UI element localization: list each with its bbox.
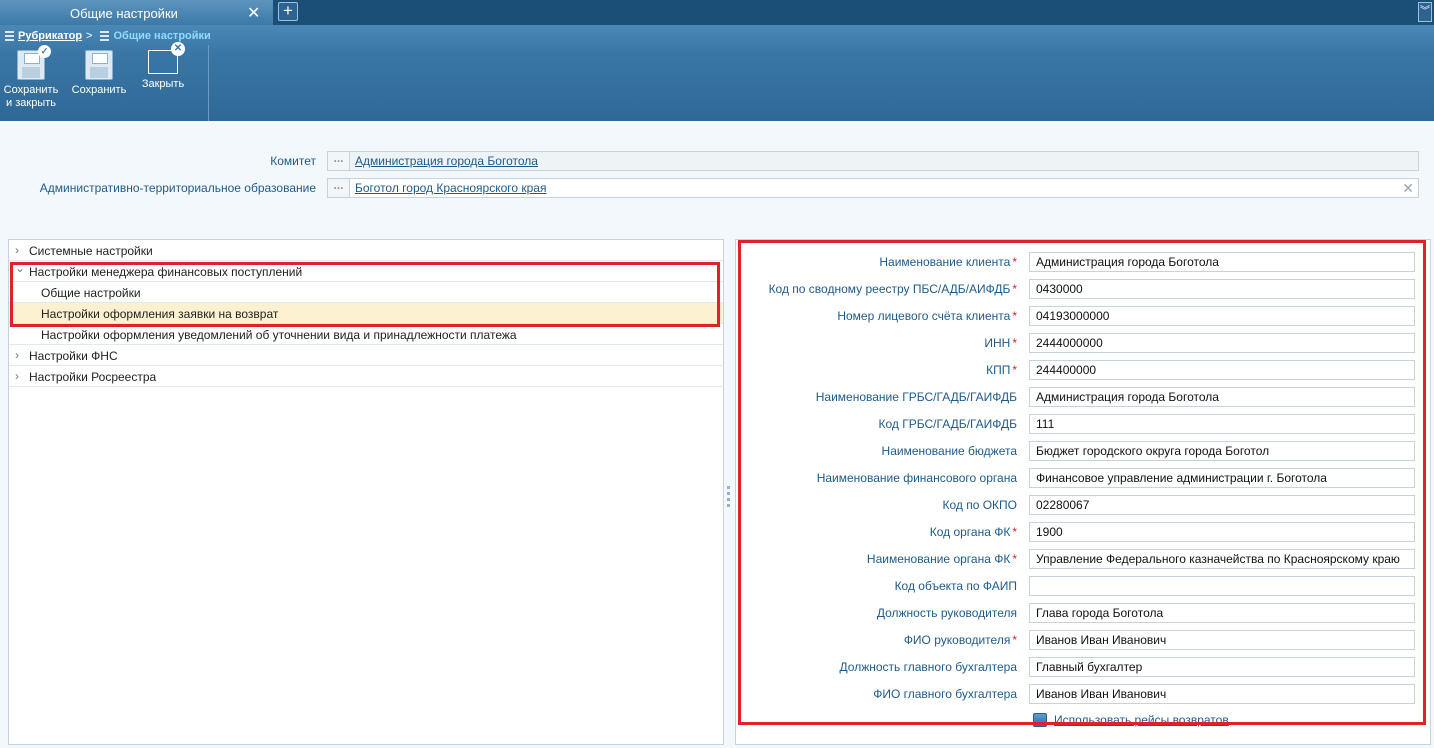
field-label-text: КПП [986,363,1011,377]
field-label-text: Наименование клиента [879,255,1011,269]
field-label: Наименование бюджета [8,444,1017,458]
ato-select-button[interactable]: ... [328,179,350,197]
field-label: КПП * [8,363,1017,377]
field-label: Наименование ГРБС/ГАДБ/ГАИФДБ [8,390,1017,404]
field-label-text: Код объекта по ФАИП [894,579,1017,593]
add-tab-button[interactable]: + [278,2,298,21]
save-and-close-icon: ✓ [17,45,51,80]
tab-title: Общие настройки [70,6,178,21]
check-icon: ✓ [38,45,51,58]
field-input[interactable] [1029,387,1415,407]
save-and-close-button[interactable]: ✓ Сохранить и закрыть [2,45,60,110]
field-input[interactable] [1029,495,1415,515]
required-mark: * [1012,336,1017,350]
field-input[interactable] [1029,441,1415,461]
save-and-close-label: Сохранить и закрыть [3,84,59,109]
close-button[interactable]: ✕ Закрыть [138,42,188,91]
use-refund-flights-checkbox[interactable] [1033,713,1047,727]
field-input[interactable] [1029,657,1415,677]
breadcrumb-current: Общие настройки [113,30,211,42]
field-input[interactable] [1029,414,1415,434]
field-label: ФИО главного бухгалтера [8,687,1017,701]
field-label-text: Номер лицевого счёта клиента [837,309,1011,323]
field-label-text: ИНН [984,336,1011,350]
use-refund-flights-checkbox-row[interactable]: Использовать рейсы возвратов [1033,713,1229,727]
field-label-text: Код органа ФК [929,525,1011,539]
save-icon [85,50,113,80]
field-input[interactable] [1029,333,1415,353]
tab-general-settings[interactable]: Общие настройки ✕ [0,0,273,25]
list-icon [5,31,14,41]
tab-bar: Общие настройки ✕ + ︾ [0,0,1434,25]
field-label: Должность руководителя [8,606,1017,620]
required-mark: * [1012,255,1017,269]
toolbar-divider [208,45,209,121]
field-label: Код органа ФК * [8,525,1017,539]
close-label: Закрыть [141,78,185,90]
field-label-text: Наименование финансового органа [816,471,1017,485]
committee-value-link[interactable]: Администрация города Боготола [355,154,538,168]
field-input[interactable] [1029,603,1415,623]
field-input[interactable] [1029,279,1415,299]
field-input[interactable] [1029,360,1415,380]
field-label-text: Код по сводному реестру ПБС/АДБ/АИФДБ [768,282,1011,296]
field-label: Наименование финансового органа [8,471,1017,485]
list-icon [100,31,110,41]
required-mark: * [1012,363,1017,377]
field-label: Наименование органа ФК * [8,552,1017,566]
use-refund-flights-label[interactable]: Использовать рейсы возвратов [1054,713,1229,727]
field-label-text: Код по ОКПО [942,498,1017,512]
field-label-text: Код ГРБС/ГАДБ/ГАИФДБ [878,417,1017,431]
breadcrumb-root-link[interactable]: Рубрикатор [18,30,82,42]
field-label-text: ФИО руководителя [903,633,1011,647]
field-input[interactable] [1029,684,1415,704]
chevron-right-icon[interactable]: › [15,348,19,362]
field-label-text: Наименование органа ФК [866,552,1011,566]
committee-select-button: ... [328,152,350,170]
field-input[interactable] [1029,252,1415,272]
field-label: Код по сводному реестру ПБС/АДБ/АИФДБ * [8,282,1017,296]
field-label-text: Наименование бюджета [881,444,1017,458]
close-window-icon: ✕ [148,42,185,74]
breadcrumb-separator: > [86,30,93,42]
field-label: Номер лицевого счёта клиента * [8,309,1017,323]
required-mark: * [1012,309,1017,323]
field-input[interactable] [1029,630,1415,650]
ato-field[interactable]: ... Боготол город Красноярского края ✕ [327,178,1419,198]
clear-icon[interactable]: ✕ [1402,180,1414,197]
ato-label: Административно-территориальное образова… [39,181,316,195]
field-label: ФИО руководителя * [8,633,1017,647]
committee-field: ... Администрация города Боготола [327,151,1419,171]
field-input[interactable] [1029,576,1415,596]
close-tab-icon[interactable]: ✕ [247,3,260,23]
field-input[interactable] [1029,549,1415,569]
ribbon: Рубрикатор > Общие настройки ✓ Сохранить… [0,25,1434,121]
field-input[interactable] [1029,468,1415,488]
save-label: Сохранить [71,84,127,96]
required-mark: * [1012,282,1017,296]
required-mark: * [1012,633,1017,647]
field-label-text: Наименование ГРБС/ГАДБ/ГАИФДБ [815,390,1017,404]
field-label-text: Должность главного бухгалтера [839,660,1017,674]
required-mark: * [1012,525,1017,539]
field-label: Код объекта по ФАИП [8,579,1017,593]
field-label: Наименование клиента * [8,255,1017,269]
field-label: ИНН * [8,336,1017,350]
ato-value-link[interactable]: Боготол город Красноярского края [355,181,546,195]
save-button[interactable]: Сохранить [69,50,129,97]
field-input[interactable] [1029,306,1415,326]
field-input[interactable] [1029,522,1415,542]
field-label: Должность главного бухгалтера [8,660,1017,674]
field-label: Код по ОКПО [8,498,1017,512]
required-mark: * [1012,552,1017,566]
field-label-text: ФИО главного бухгалтера [873,687,1017,701]
field-label-text: Должность руководителя [876,606,1017,620]
tabs-menu-icon[interactable]: ︾ [1418,2,1432,22]
field-label: Код ГРБС/ГАДБ/ГАИФДБ [8,417,1017,431]
close-icon: ✕ [171,42,185,56]
committee-label: Комитет [270,154,316,168]
tree-item-label: Настройки ФНС [29,349,118,363]
